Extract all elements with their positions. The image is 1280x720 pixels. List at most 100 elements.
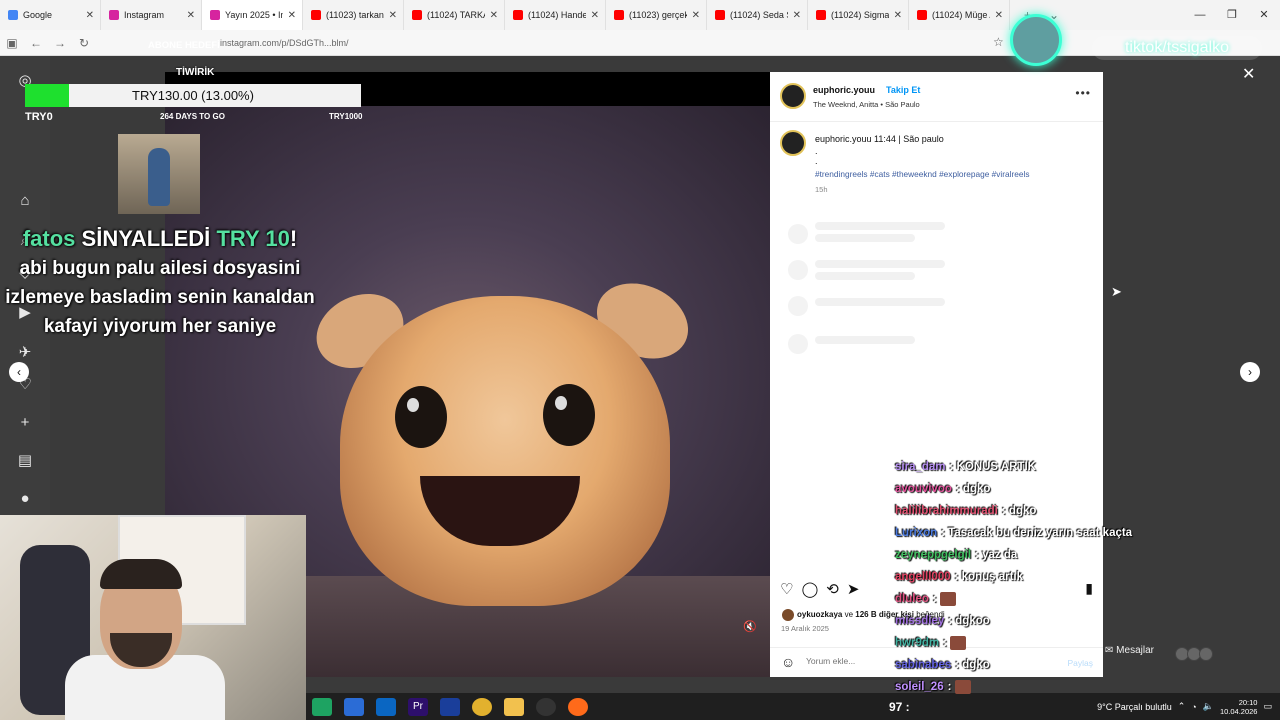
reload-icon[interactable]: ↻ [72, 36, 96, 50]
tab-close-icon[interactable]: ✕ [490, 10, 498, 21]
messenger-icon[interactable]: ✈ [16, 344, 34, 362]
chat-username[interactable]: zeyneppgelgil [895, 549, 971, 561]
chat-message: dluleo: [895, 590, 1195, 612]
mute-icon[interactable]: 🔇 [743, 620, 757, 633]
maximize-icon[interactable]: ❐ [1216, 0, 1248, 30]
loading-skeleton [815, 272, 915, 280]
profile-icon[interactable]: ● [16, 490, 34, 508]
instagram-icon [109, 10, 119, 20]
tab-close-icon[interactable]: ✕ [288, 10, 296, 21]
share-icon[interactable]: ➤ [847, 580, 860, 598]
tab-title: Yayın 2025 • Insta [225, 10, 283, 20]
like-icon[interactable]: ♡ [780, 580, 793, 598]
liker-avatar[interactable] [782, 609, 794, 621]
weather-text[interactable]: 9°C Parçalı bulutlu [1097, 702, 1172, 712]
create-icon[interactable]: + [16, 414, 34, 432]
next-post-icon[interactable]: › [1240, 362, 1260, 382]
browser-tab[interactable]: Instagram ✕ [101, 0, 202, 30]
sidebar-toggle-icon[interactable]: ▣ [0, 36, 24, 50]
network-icon[interactable]: ◔ [1191, 702, 1196, 712]
notification-icon[interactable]: ▭ [1263, 701, 1272, 712]
taskbar-obs-icon[interactable] [536, 697, 556, 716]
taskbar-firefox-icon[interactable] [568, 697, 588, 716]
chat-message: Lurixon: Tasacak bu deniz yarın saat kaç… [895, 527, 1133, 539]
tab-title: (11023) gerçekten [629, 10, 687, 20]
tab-close-icon[interactable]: ✕ [187, 10, 195, 21]
tab-close-icon[interactable]: ✕ [995, 10, 1003, 21]
tab-close-icon[interactable]: ✕ [389, 10, 397, 21]
caption-hashtags[interactable]: #trendingreels #cats #theweeknd #explore… [815, 169, 1029, 179]
browser-tab[interactable]: (11023) tarkan bo ✕ [303, 0, 404, 30]
goal-days: 264 DAYS TO GO [160, 112, 225, 121]
chat-emote-icon [954, 679, 971, 694]
chat-username[interactable]: hwr9dm [895, 637, 939, 649]
taskbar-store-icon[interactable] [344, 697, 364, 716]
address-bar[interactable]: instagram.com/p/DSdGTh...blm/ [180, 35, 980, 51]
streamer-avatar [1010, 14, 1062, 66]
mouse-cursor-icon: ➤ [1111, 284, 1122, 299]
tray-chevron-icon[interactable]: ⌃ [1178, 701, 1186, 712]
clock[interactable]: 20:10 10.04.2026 [1220, 698, 1258, 716]
forward-icon[interactable]: → [48, 36, 72, 50]
minimize-icon[interactable]: — [1184, 0, 1216, 30]
chat-username[interactable]: Lurixon [895, 527, 937, 539]
comment-icon[interactable]: ◯ [801, 580, 818, 598]
tab-close-icon[interactable]: ✕ [86, 10, 94, 21]
chat-username[interactable]: halilibrahimmuradi [895, 505, 998, 517]
tab-close-icon[interactable]: ✕ [591, 10, 599, 21]
taskbar-app-icon[interactable] [312, 697, 332, 716]
browser-tab[interactable]: (11024) Seda Say ✕ [707, 0, 808, 30]
browser-tab[interactable]: Yayın 2025 • Insta ✕ [202, 0, 303, 30]
more-options-icon[interactable]: ••• [1075, 86, 1091, 100]
bookmark-star-icon[interactable]: ☆ [993, 35, 1004, 49]
repost-icon[interactable]: ⟲ [826, 580, 839, 598]
emoji-icon[interactable]: ☺ [781, 654, 795, 670]
streamer-hair [100, 559, 182, 589]
hamster-eye-right [543, 384, 595, 446]
taskbar-outlook-icon[interactable] [376, 697, 396, 716]
browser-tab[interactable]: (11023) gerçekten ✕ [606, 0, 707, 30]
browser-tab[interactable]: Google ✕ [0, 0, 101, 30]
chat-username[interactable]: dluleo [895, 593, 929, 605]
chat-message: missdiey: dgkoo [895, 615, 990, 627]
follow-button[interactable]: Takip Et [886, 85, 920, 95]
author-username[interactable]: euphoric.youu [813, 85, 875, 95]
home-icon[interactable]: ⌂ [16, 192, 34, 210]
messages-button[interactable]: ✉ Mesajlar [1105, 645, 1237, 665]
browser-tab[interactable]: (11024) Müge An ✕ [909, 0, 1010, 30]
post-audio-location[interactable]: The Weeknd, Anitta • São Paulo [813, 100, 920, 109]
taskbar-chrome-icon[interactable] [472, 697, 492, 716]
chat-username[interactable]: soleil_26 [895, 681, 944, 693]
tab-close-icon[interactable]: ✕ [894, 10, 902, 21]
browser-tab[interactable]: (11024) Hande Ye ✕ [505, 0, 606, 30]
browser-tab[interactable]: (11024) Sigma Er ✕ [808, 0, 909, 30]
youtube-icon [311, 10, 321, 20]
youtube-icon [816, 10, 826, 20]
taskbar-app-icon[interactable] [440, 697, 460, 716]
caption-dot: . [815, 146, 818, 156]
chat-username[interactable]: angelll000 [895, 571, 951, 583]
tab-close-icon[interactable]: ✕ [692, 10, 700, 21]
back-icon[interactable]: ← [24, 36, 48, 50]
loading-skeleton [815, 234, 915, 242]
goal-progress-bar: TRY130.00 (13.00%) [25, 84, 361, 107]
browser-tab[interactable]: (11024) TARKAN ✕ [404, 0, 505, 30]
previous-post-icon[interactable]: ‹ [9, 362, 29, 382]
caption-avatar[interactable] [780, 130, 806, 156]
chat-username[interactable]: missdiey [895, 615, 944, 627]
post-actions: ♡ ◯ ⟲ ➤ [780, 580, 859, 598]
taskbar-premiere-icon[interactable]: Pr [408, 697, 428, 716]
chat-username[interactable]: sabinabes [895, 659, 951, 671]
chat-username[interactable]: avouvivoo [895, 483, 952, 495]
dashboard-icon[interactable]: ▤ [16, 452, 34, 470]
window-close-icon[interactable]: ✕ [1248, 0, 1280, 30]
chat-text: KONUS ARTIK [956, 461, 1036, 473]
tab-title: (11024) TARKAN [427, 10, 485, 20]
tab-close-icon[interactable]: ✕ [793, 10, 801, 21]
close-icon[interactable]: ✕ [1242, 64, 1255, 84]
taskbar-explorer-icon[interactable] [504, 697, 524, 716]
chat-username[interactable]: sira_dam [895, 461, 946, 473]
volume-icon[interactable]: 🔈 [1203, 701, 1214, 712]
chat-emote-icon [939, 591, 956, 606]
author-avatar[interactable] [780, 83, 806, 109]
